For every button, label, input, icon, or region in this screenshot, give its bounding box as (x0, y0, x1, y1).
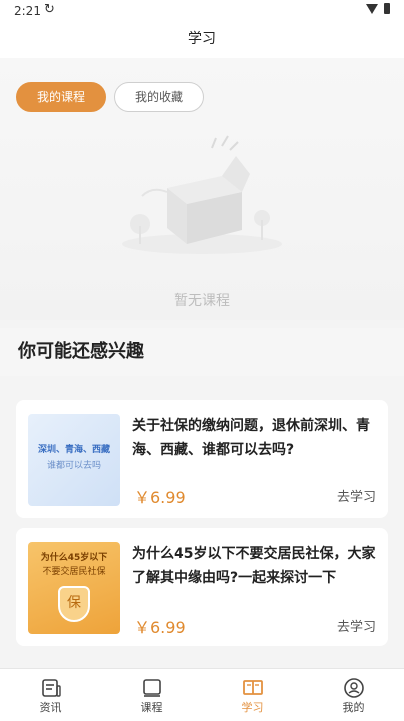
go-study-button[interactable]: 去学习 (337, 486, 376, 505)
profile-icon (343, 678, 364, 698)
go-study-button[interactable]: 去学习 (337, 616, 376, 635)
tab-my-courses[interactable]: 我的课程 (16, 82, 107, 112)
thumbnail-caption: 深圳、青海、西藏 (37, 445, 110, 455)
empty-box-illustration (122, 135, 282, 254)
nav-label: 我的 (342, 701, 365, 714)
course-card[interactable]: 为什么45岁以下 不要交居民社保 保 为什么45岁以下不要交居民社保，大家了解其… (16, 528, 388, 646)
nav-item-study[interactable]: 学习 (202, 669, 303, 721)
battery-icon (384, 3, 390, 14)
empty-state-text: 暂无课程 (174, 293, 230, 309)
nav-item-news[interactable]: 资讯 (0, 669, 101, 721)
shield-icon: 保 (58, 586, 90, 622)
page-title: 学习 (0, 24, 404, 58)
nav-label: 学习 (241, 701, 264, 714)
course-thumbnail: 深圳、青海、西藏 谁都可以去吗 (28, 414, 120, 506)
course-title: 关于社保的缴纳问题，退休前深圳、青海、西藏、谁都可以去吗? (132, 418, 370, 458)
tab-my-favorites[interactable]: 我的收藏 (114, 82, 205, 112)
book-icon (142, 679, 161, 697)
course-title: 为什么45岁以下不要交居民社保，大家了解其中缘由吗?一起来探讨一下 (132, 546, 376, 586)
wifi-icon (366, 3, 378, 14)
recommend-title: 你可能还感兴趣 (0, 328, 404, 376)
nav-item-profile[interactable]: 我的 (303, 669, 404, 721)
status-time: 2:21 (14, 4, 41, 18)
nav-label: 资讯 (39, 701, 62, 714)
thumbnail-caption: 为什么45岁以下 (40, 553, 108, 563)
course-thumbnail: 为什么45岁以下 不要交居民社保 保 (28, 542, 120, 634)
sync-icon: ↻ (44, 2, 55, 17)
thumbnail-caption: 不要交居民社保 (42, 567, 106, 577)
course-price: ￥6.99 (134, 618, 186, 637)
course-price: ￥6.99 (134, 488, 186, 507)
open-book-icon (242, 680, 263, 695)
nav-item-courses[interactable]: 课程 (101, 669, 202, 721)
nav-label: 课程 (140, 701, 163, 714)
segment-tabs: 我的课程 我的收藏 (16, 82, 205, 112)
status-bar: 2:21 ↻ (0, 0, 404, 24)
news-icon (41, 679, 61, 697)
course-card[interactable]: 深圳、青海、西藏 谁都可以去吗 关于社保的缴纳问题，退休前深圳、青海、西藏、谁都… (16, 400, 388, 518)
bottom-nav: 资讯 课程 学习 我的 (0, 668, 404, 721)
status-icons (366, 3, 390, 14)
thumbnail-caption: 谁都可以去吗 (46, 461, 101, 471)
